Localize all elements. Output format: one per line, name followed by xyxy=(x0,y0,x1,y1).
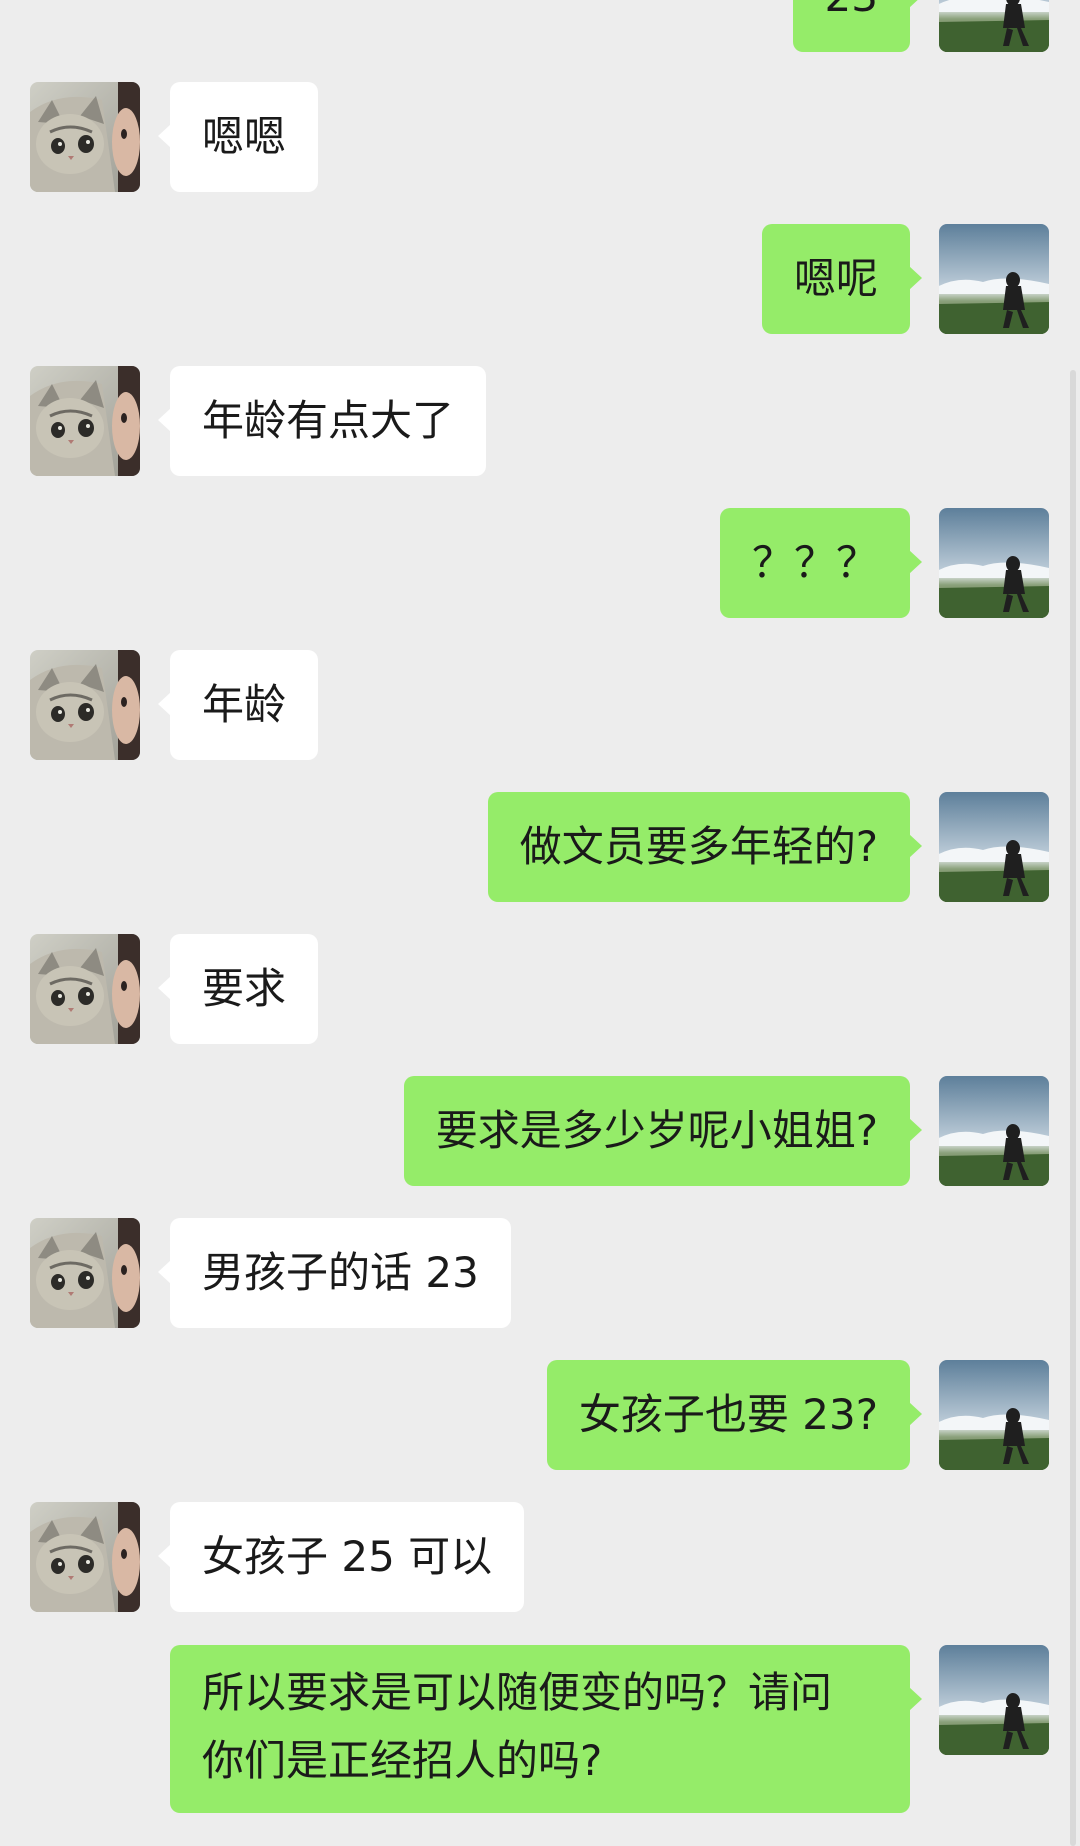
scrollbar[interactable] xyxy=(1070,370,1076,1846)
cat-icon xyxy=(30,934,140,1044)
contact-avatar[interactable] xyxy=(30,650,140,760)
outgoing-message[interactable]: 所以要求是可以随便变的吗？请问 你们是正经招人的吗? xyxy=(170,1645,922,1813)
contact-avatar[interactable] xyxy=(30,1218,140,1328)
landscape-person-icon xyxy=(939,792,1049,902)
self-avatar[interactable] xyxy=(939,1076,1049,1186)
landscape-person-icon xyxy=(939,0,1049,52)
landscape-person-icon xyxy=(939,1360,1049,1470)
self-avatar[interactable] xyxy=(939,1645,1049,1755)
cat-icon xyxy=(30,366,140,476)
outgoing-message[interactable]: 23 xyxy=(792,0,923,52)
incoming-message[interactable]: 年龄有点大了 xyxy=(157,366,487,476)
outgoing-message[interactable]: 做文员要多年轻的? xyxy=(487,792,923,902)
contact-avatar[interactable] xyxy=(30,366,140,476)
outgoing-message[interactable]: 嗯呢 xyxy=(761,224,923,334)
incoming-message[interactable]: 女孩子 25 可以 xyxy=(157,1502,525,1612)
self-avatar[interactable] xyxy=(939,508,1049,618)
landscape-person-icon xyxy=(939,1076,1049,1186)
landscape-person-icon xyxy=(939,1645,1049,1755)
message-line: 你们是正经招人的吗? xyxy=(202,1736,603,1785)
self-avatar[interactable] xyxy=(939,1360,1049,1470)
contact-avatar[interactable] xyxy=(30,934,140,1044)
incoming-message[interactable]: 要求 xyxy=(157,934,319,1044)
self-avatar[interactable] xyxy=(939,0,1049,52)
cat-icon xyxy=(30,650,140,760)
incoming-message[interactable]: 嗯嗯 xyxy=(157,82,319,192)
landscape-person-icon xyxy=(939,508,1049,618)
incoming-message[interactable]: 男孩子的话 23 xyxy=(158,1218,511,1328)
incoming-message[interactable]: 年龄 xyxy=(157,650,319,760)
contact-avatar[interactable] xyxy=(30,1502,140,1612)
landscape-person-icon xyxy=(939,224,1049,334)
outgoing-message[interactable]: 要求是多少岁呢小姐姐? xyxy=(403,1076,923,1186)
cat-icon xyxy=(30,82,140,192)
contact-avatar[interactable] xyxy=(30,82,140,192)
self-avatar[interactable] xyxy=(939,224,1049,334)
self-avatar[interactable] xyxy=(939,792,1049,902)
message-line: 所以要求是可以随便变的吗？请问 xyxy=(202,1668,833,1717)
outgoing-message[interactable]: 女孩子也要 23? xyxy=(546,1360,923,1470)
cat-icon xyxy=(30,1502,140,1612)
outgoing-message[interactable]: ？？？ xyxy=(719,508,923,618)
chat-history[interactable]: 23 嗯嗯 嗯呢 年龄有点大了 ？？？ 年龄 做文员要多年轻的? xyxy=(0,0,1080,1846)
cat-icon xyxy=(30,1218,140,1328)
